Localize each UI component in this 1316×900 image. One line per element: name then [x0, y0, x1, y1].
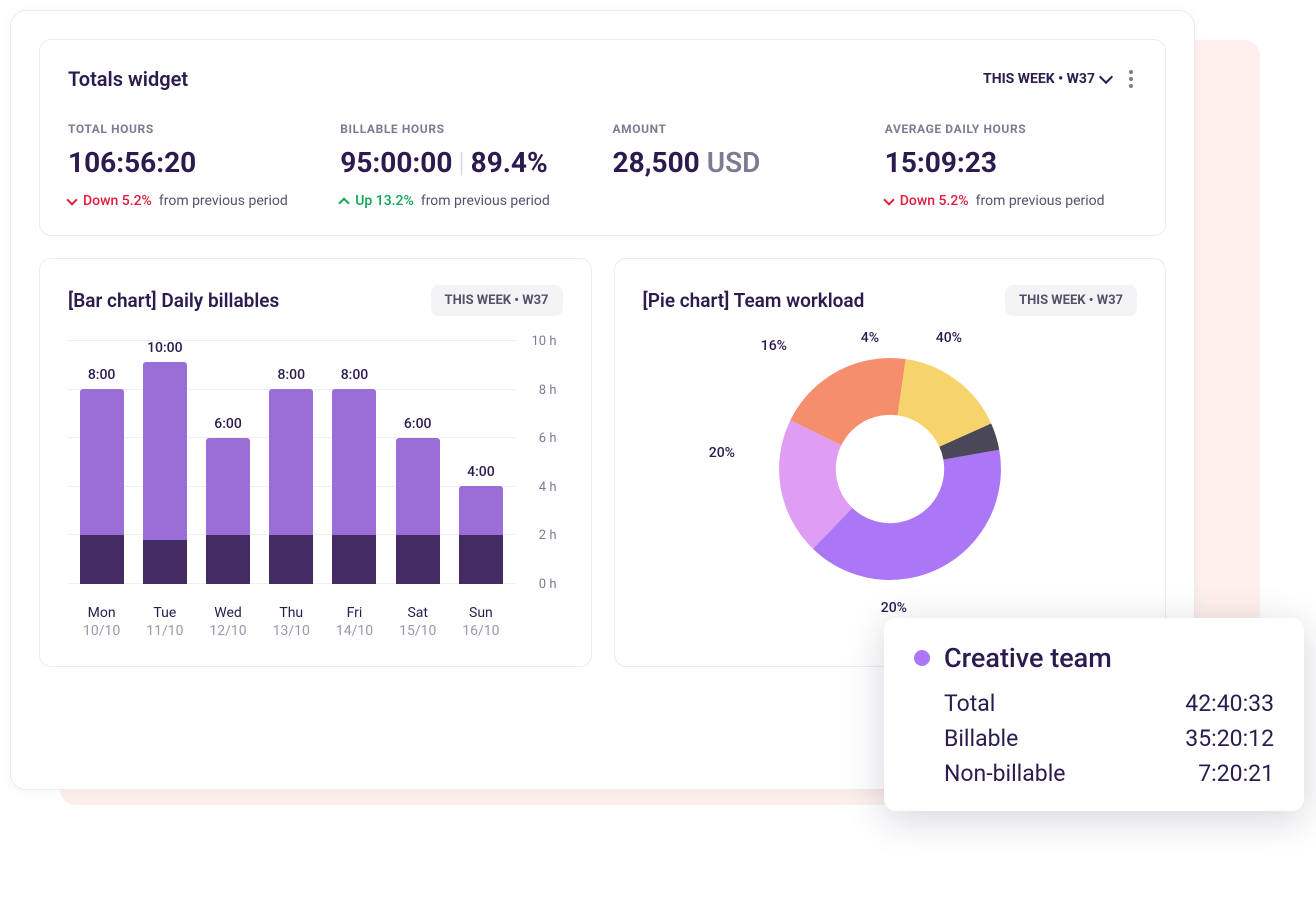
bar[interactable]: 8:00	[74, 340, 129, 584]
chart-title: [Pie chart] Team workload	[643, 289, 865, 312]
bar[interactable]: 8:00	[264, 340, 319, 584]
x-tick: Tue11/10	[137, 605, 192, 640]
stat-delta: Up 13.2% from previous period	[340, 193, 592, 209]
bar[interactable]: 6:00	[200, 340, 255, 584]
chart-title: [Bar chart] Daily billables	[68, 289, 279, 312]
tooltip-swatch-icon	[914, 650, 930, 666]
stat-delta: Down 5.2% from previous period	[68, 193, 320, 209]
y-tick: 8 h	[539, 383, 557, 398]
chart-tooltip: Creative team Total42:40:33 Billable35:20…	[884, 618, 1304, 811]
tooltip-row: Non-billable7:20:21	[914, 760, 1274, 787]
stat-label: BILLABLE HOURS	[340, 122, 592, 136]
widget-title: Totals widget	[68, 67, 188, 91]
bar-chart: 10 h8 h6 h4 h2 h0 h 8:0010:006:008:008:0…	[68, 340, 563, 640]
x-tick: Fri14/10	[327, 605, 382, 640]
stat-value: 95:00:00|89.4%	[340, 146, 592, 179]
period-selector[interactable]: THIS WEEK • W37	[983, 71, 1111, 87]
stat-billable-hours: BILLABLE HOURS 95:00:00|89.4% Up 13.2% f…	[340, 122, 592, 209]
tooltip-row: Billable35:20:12	[914, 725, 1274, 752]
x-tick: Thu13/10	[264, 605, 319, 640]
bar[interactable]: 8:00	[327, 340, 382, 584]
stat-amount: AMOUNT 28,500 USD	[613, 122, 865, 209]
pie-slice-label: 20%	[881, 600, 907, 616]
stat-label: AMOUNT	[613, 122, 865, 136]
bar-value-label: 8:00	[88, 367, 116, 383]
bar-value-label: 8:00	[341, 367, 369, 383]
stat-average-daily: AVERAGE DAILY HOURS 15:09:23 Down 5.2% f…	[885, 122, 1137, 209]
pie-slice-label: 20%	[709, 445, 735, 461]
arrow-down-icon	[883, 194, 894, 205]
y-tick: 10 h	[532, 334, 557, 349]
bar-value-label: 4:00	[467, 464, 495, 480]
y-tick: 2 h	[539, 528, 557, 543]
period-label: THIS WEEK • W37	[983, 71, 1095, 87]
bar[interactable]: 10:00	[137, 340, 192, 584]
bar-value-label: 6:00	[214, 416, 242, 432]
stat-label: TOTAL HOURS	[68, 122, 320, 136]
y-tick: 6 h	[539, 431, 557, 446]
y-tick: 4 h	[539, 480, 557, 495]
period-chip[interactable]: THIS WEEK • W37	[431, 285, 563, 316]
donut-chart: 40%20%20%16%4%	[761, 340, 1019, 598]
x-tick: Sun16/10	[453, 605, 508, 640]
x-tick: Wed12/10	[200, 605, 255, 640]
bar-value-label: 10:00	[147, 340, 183, 356]
pie-slice-label: 40%	[936, 330, 962, 346]
period-chip[interactable]: THIS WEEK • W37	[1005, 285, 1137, 316]
arrow-up-icon	[339, 197, 350, 208]
stat-value: 15:09:23	[885, 146, 1137, 179]
bar[interactable]: 4:00	[453, 340, 508, 584]
stat-value: 28,500 USD	[613, 146, 865, 179]
stat-delta: Down 5.2% from previous period	[885, 193, 1137, 209]
stat-label: AVERAGE DAILY HOURS	[885, 122, 1137, 136]
totals-widget: Totals widget THIS WEEK • W37 TOTAL HOUR…	[39, 39, 1166, 236]
pie-slice-label: 16%	[761, 338, 787, 354]
stat-total-hours: TOTAL HOURS 106:56:20 Down 5.2% from pre…	[68, 122, 320, 209]
x-tick: Mon10/10	[74, 605, 129, 640]
y-tick: 0 h	[539, 577, 557, 592]
tooltip-row: Total42:40:33	[914, 690, 1274, 717]
x-tick: Sat15/10	[390, 605, 445, 640]
pie-slice-label: 4%	[861, 330, 879, 346]
bar-chart-widget: [Bar chart] Daily billables THIS WEEK • …	[39, 258, 592, 667]
bar-value-label: 6:00	[404, 416, 432, 432]
tooltip-title: Creative team	[944, 642, 1112, 674]
arrow-down-icon	[66, 194, 77, 205]
stat-value: 106:56:20	[68, 146, 320, 179]
pie-chart-widget: [Pie chart] Team workload THIS WEEK • W3…	[614, 258, 1167, 667]
bar-value-label: 8:00	[277, 367, 305, 383]
kebab-menu-icon[interactable]	[1125, 66, 1137, 92]
bar[interactable]: 6:00	[390, 340, 445, 584]
chevron-down-icon	[1099, 70, 1113, 84]
